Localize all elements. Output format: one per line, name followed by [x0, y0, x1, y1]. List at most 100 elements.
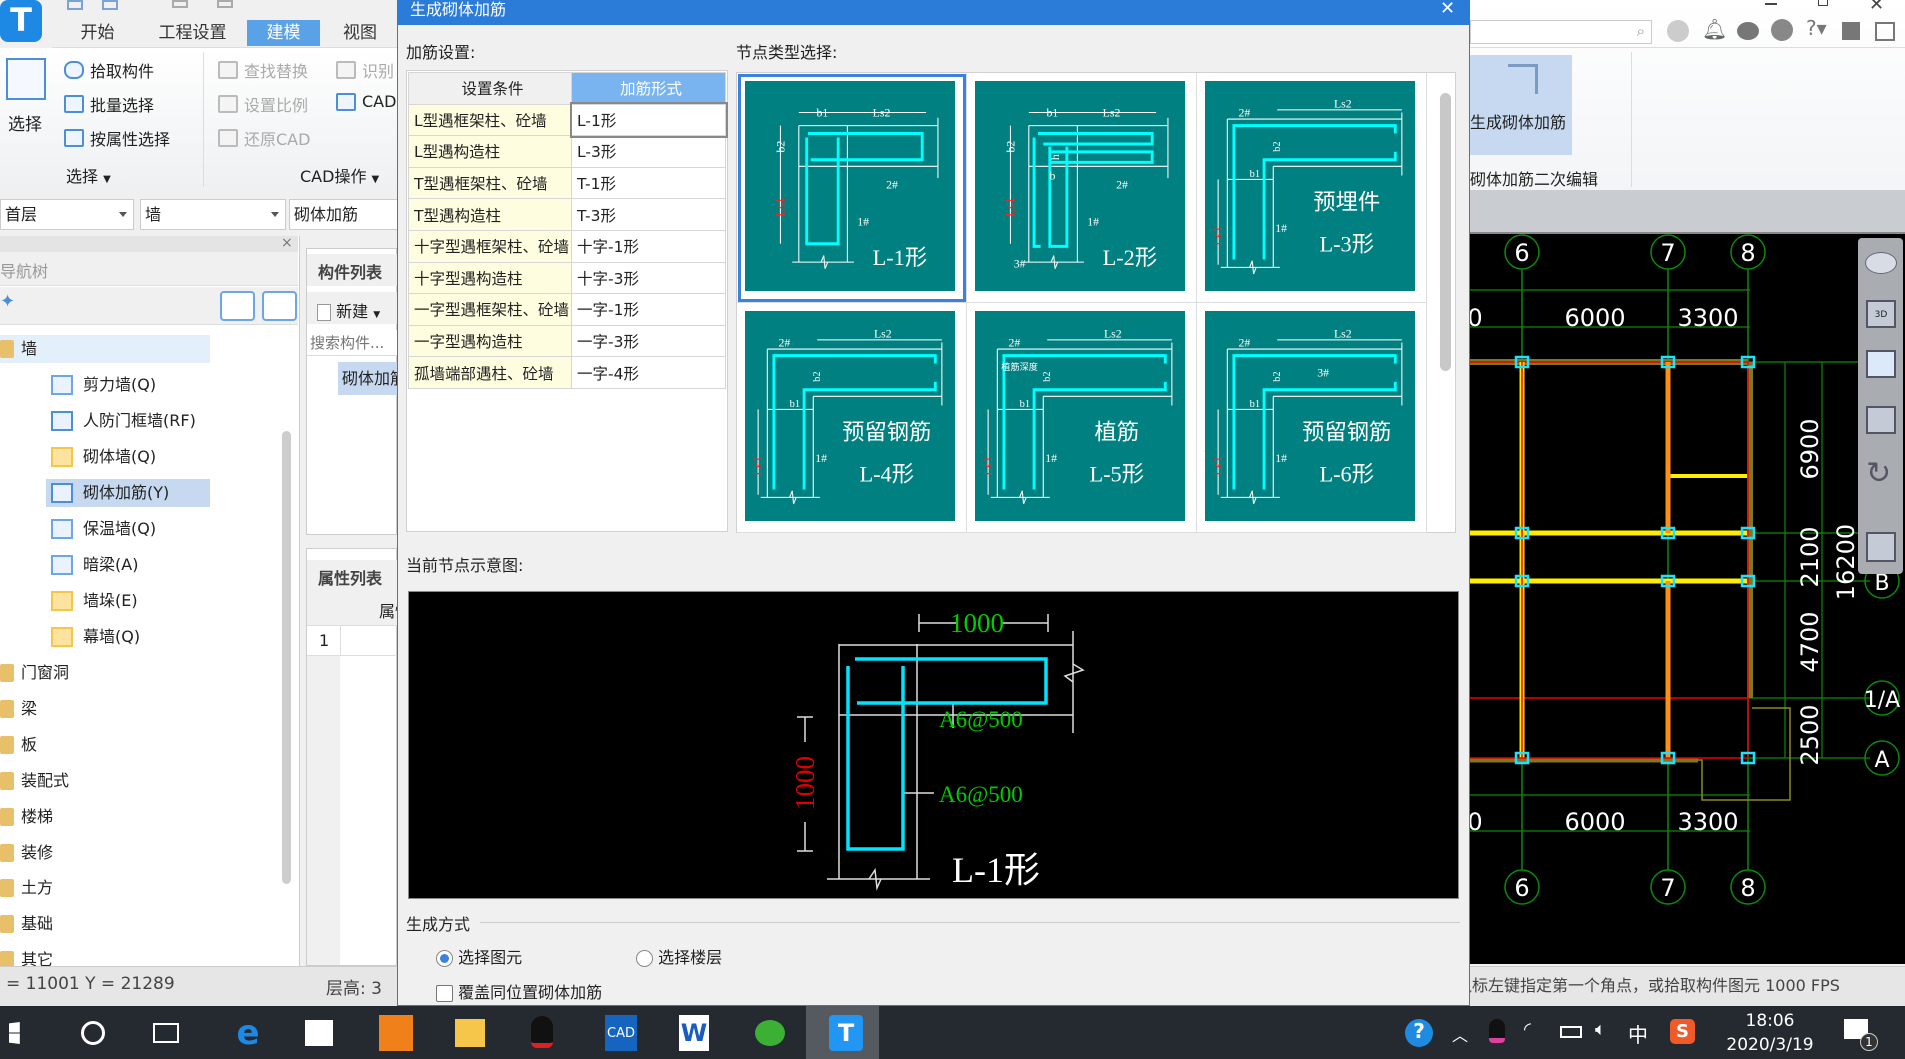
- settings-row[interactable]: 十字型遇框架柱、砼墙 十字-1形: [408, 229, 726, 263]
- component-search-input[interactable]: [307, 330, 397, 356]
- orbit-icon[interactable]: [1865, 252, 1897, 274]
- volume-icon[interactable]: 🔈︎: [1595, 1019, 1606, 1040]
- redo-icon[interactable]: [217, 0, 233, 8]
- 3d-view-icon[interactable]: 3D: [1866, 300, 1896, 328]
- tree-item[interactable]: 保温墙(Q): [46, 515, 210, 543]
- ime-indicator[interactable]: 中: [1628, 1019, 1648, 1048]
- node-grid-scrollbar[interactable]: [1440, 93, 1451, 371]
- search-icon[interactable]: [81, 1021, 105, 1045]
- save-icon[interactable]: [67, 0, 83, 10]
- restore-icon[interactable]: [1818, 0, 1828, 6]
- qq-tray-icon[interactable]: [1489, 1019, 1505, 1043]
- select-by-property-button[interactable]: 按属性选择: [64, 126, 170, 150]
- upload-icon[interactable]: [1875, 22, 1895, 41]
- radio-select-floors[interactable]: 选择楼层: [636, 944, 722, 968]
- edge-icon[interactable]: e: [231, 1013, 265, 1053]
- tree-folder[interactable]: 装配式: [0, 767, 200, 795]
- tree-folder[interactable]: 装修: [0, 839, 200, 867]
- rebar-form-cell[interactable]: L-3形: [571, 135, 726, 168]
- settings-row[interactable]: 一字型遇构造柱 一字-3形: [408, 324, 726, 358]
- add-icon[interactable]: ✦: [0, 291, 15, 312]
- rebar-form-cell[interactable]: T-1形: [571, 166, 726, 200]
- generate-rebar-ribbon-button[interactable]: 生成砌体加筋: [1470, 55, 1572, 155]
- rebar-form-cell[interactable]: T-3形: [571, 198, 726, 231]
- node-tile-l-5[interactable]: b1 Ls2 b2 Ls1 2# 1# 植筋深度 植筋 L-5形: [967, 303, 1197, 533]
- store-icon[interactable]: [305, 1020, 333, 1046]
- secondary-edit-button[interactable]: 砌体加筋二次编辑: [1470, 166, 1598, 190]
- tree-folder-wall[interactable]: 墙: [0, 335, 210, 363]
- mascot-icon[interactable]: [1771, 19, 1793, 41]
- battery-icon[interactable]: [1560, 1026, 1582, 1038]
- tree-folder[interactable]: 门窗洞: [0, 659, 200, 687]
- node-tile-l-1[interactable]: b1 Ls2 b2 Ls1 2# 1# L-1形: [737, 73, 967, 303]
- tree-folder[interactable]: 基础: [0, 910, 200, 938]
- select-group-dropdown[interactable]: 选择 ▼: [66, 163, 111, 187]
- tree-item[interactable]: 人防门框墙(RF): [46, 407, 210, 435]
- tree-item[interactable]: 砌体加筋(Y): [46, 479, 210, 507]
- tree-item[interactable]: 砌体墙(Q): [46, 443, 210, 471]
- dialog-close-icon[interactable]: ✕: [1440, 0, 1455, 19]
- list-view-icon[interactable]: [220, 291, 255, 321]
- rebar-form-cell[interactable]: 一字-4形: [571, 356, 726, 389]
- node-tile-l-2[interactable]: b1 Ls2 b2 Ls1 2# 1# b h 3# L-2形: [967, 73, 1197, 303]
- radio-button[interactable]: [436, 950, 453, 967]
- tab-start[interactable]: 开始: [70, 20, 125, 46]
- clock-date[interactable]: 2020/3/19: [1718, 1035, 1822, 1055]
- cad-ops-group-dropdown[interactable]: CAD操作 ▼: [300, 163, 379, 187]
- tab-project-settings[interactable]: 工程设置: [150, 20, 235, 46]
- tree-folder[interactable]: 其它: [0, 946, 200, 966]
- nav-scrollbar[interactable]: [282, 431, 291, 884]
- batch-select-button[interactable]: 批量选择: [64, 92, 154, 116]
- wifi-icon[interactable]: ◜: [1524, 1019, 1531, 1040]
- task-view-icon[interactable]: [153, 1023, 179, 1043]
- qq-icon[interactable]: [531, 1016, 553, 1048]
- settings-row[interactable]: 孤墙端部遇柱、砼墙 一字-4形: [408, 356, 726, 389]
- rebar-form-cell[interactable]: L-1形: [569, 102, 728, 138]
- minimize-icon[interactable]: [1765, 3, 1777, 5]
- start-icon[interactable]: [9, 1021, 20, 1045]
- tree-folder[interactable]: 土方: [0, 874, 200, 902]
- settings-row[interactable]: 十字型遇构造柱 十字-3形: [408, 261, 726, 295]
- box-view-icon[interactable]: [1866, 406, 1896, 434]
- wechat-icon[interactable]: [755, 1020, 785, 1046]
- tree-item[interactable]: 幕墙(Q): [46, 623, 210, 651]
- global-search-input[interactable]: ⌕: [1470, 20, 1652, 44]
- tree-item[interactable]: 墙垛(E): [46, 587, 210, 615]
- identify-button[interactable]: 识别: [336, 58, 394, 82]
- help-icon[interactable]: ?▾: [1806, 16, 1827, 40]
- checkbox[interactable]: [436, 985, 453, 1002]
- tree-item[interactable]: 暗梁(A): [46, 551, 210, 579]
- restore-cad-button[interactable]: 还原CAD: [218, 126, 310, 150]
- bell-icon[interactable]: 🔔︎: [1702, 17, 1727, 41]
- user-avatar-icon[interactable]: [1667, 20, 1689, 42]
- word-icon[interactable]: W: [679, 1015, 709, 1051]
- cad-button[interactable]: CAD: [336, 92, 396, 111]
- cad-icon[interactable]: CAD: [605, 1015, 637, 1051]
- category-dropdown[interactable]: 墙: [140, 199, 286, 230]
- radio-button[interactable]: [636, 950, 653, 967]
- floor-dropdown[interactable]: 首层: [0, 199, 134, 230]
- tab-view[interactable]: 视图: [335, 20, 385, 46]
- rebar-form-cell[interactable]: 十字-3形: [571, 261, 726, 295]
- sogou-icon[interactable]: S: [1670, 1019, 1695, 1044]
- settings-row[interactable]: T型遇框架柱、砼墙 T-1形: [408, 166, 726, 200]
- tree-folder[interactable]: 梁: [0, 695, 200, 723]
- gtj-app-icon[interactable]: T: [829, 1015, 863, 1051]
- set-scale-button[interactable]: 设置比例: [218, 92, 308, 116]
- pick-component-button[interactable]: 拾取构件: [64, 58, 154, 82]
- close-icon[interactable]: ×: [281, 235, 293, 251]
- layer-settings-icon[interactable]: [1866, 532, 1896, 562]
- close-window-icon[interactable]: ✕: [1869, 0, 1884, 15]
- node-tile-l-3[interactable]: b1 Ls2 b2 Ls1 2# 1# 预埋件 L-3形: [1197, 73, 1427, 303]
- app-logo[interactable]: T: [0, 0, 42, 42]
- settings-row[interactable]: L型遇构造柱 L-3形: [408, 135, 726, 168]
- open-icon[interactable]: [102, 0, 118, 10]
- top-view-icon[interactable]: [1866, 350, 1896, 378]
- component-list-item[interactable]: 砌体加筋: [338, 362, 397, 395]
- cad-drawing[interactable]: 6 6 7 7 8 8 B 1/A A 0 6000 3300 0 6000 3300 6900 2100 470…: [1470, 234, 1905, 964]
- property-row[interactable]: 1: [307, 626, 397, 656]
- settings-row[interactable]: 一字型遇框架柱、砼墙 一字-1形: [408, 293, 726, 326]
- detail-view-icon[interactable]: [262, 291, 297, 321]
- settings-row[interactable]: T型遇构造柱 T-3形: [408, 198, 726, 231]
- tree-item[interactable]: 剪力墙(Q): [46, 371, 210, 399]
